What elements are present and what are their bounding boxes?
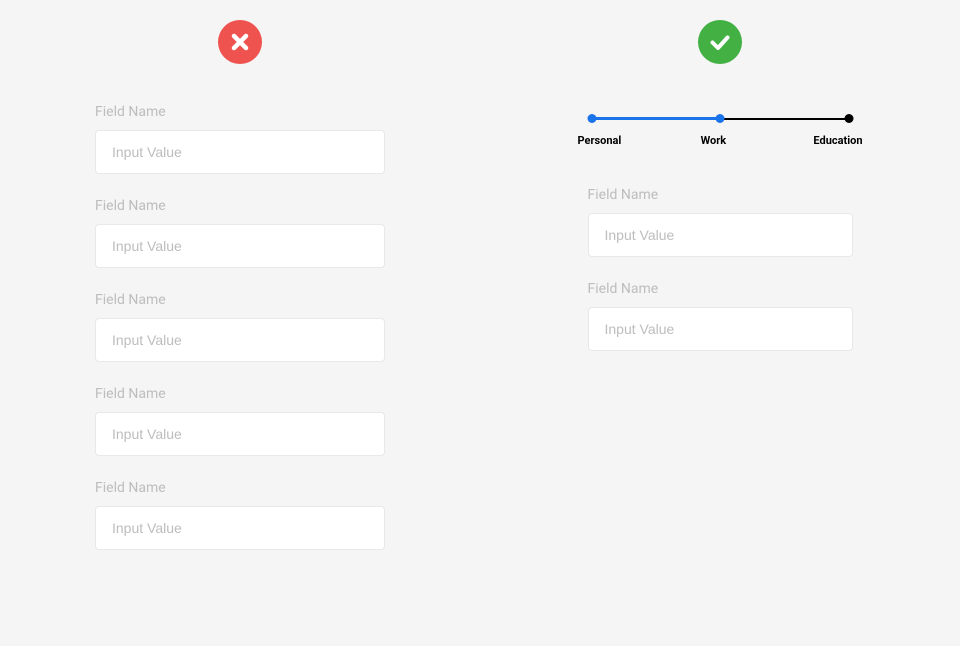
stepper-labels: Personal Work Education: [588, 134, 853, 147]
bad-example-column: Field Name Field Name Field Name Field N…: [0, 20, 480, 646]
good-form: Field Name Field Name: [588, 187, 853, 375]
field-label: Field Name: [95, 292, 385, 308]
field-group: Field Name: [588, 187, 853, 257]
field-label: Field Name: [95, 104, 385, 120]
cross-icon: [218, 20, 262, 64]
field-group: Field Name: [588, 281, 853, 351]
stepper-progress: [592, 117, 721, 120]
stepper-dot-work[interactable]: [716, 114, 725, 123]
field-label: Field Name: [588, 187, 853, 203]
progress-stepper: Personal Work Education: [588, 114, 853, 147]
comparison-container: Field Name Field Name Field Name Field N…: [0, 0, 960, 646]
stepper-line: [592, 114, 849, 124]
stepper-dot-personal[interactable]: [587, 114, 596, 123]
good-example-column: Personal Work Education Field Name Field…: [480, 20, 960, 646]
field-input[interactable]: [95, 412, 385, 456]
field-label: Field Name: [95, 386, 385, 402]
stepper-label-personal: Personal: [578, 134, 622, 147]
field-input[interactable]: [95, 506, 385, 550]
stepper-dot-education[interactable]: [844, 114, 853, 123]
bad-form: Field Name Field Name Field Name Field N…: [95, 104, 385, 574]
stepper-label-work: Work: [701, 134, 727, 147]
field-group: Field Name: [95, 104, 385, 174]
field-input[interactable]: [95, 130, 385, 174]
field-input[interactable]: [588, 213, 853, 257]
field-group: Field Name: [95, 198, 385, 268]
field-input[interactable]: [95, 318, 385, 362]
field-label: Field Name: [588, 281, 853, 297]
field-input[interactable]: [95, 224, 385, 268]
field-group: Field Name: [95, 386, 385, 456]
field-label: Field Name: [95, 198, 385, 214]
check-icon: [698, 20, 742, 64]
stepper-label-education: Education: [813, 134, 862, 147]
field-group: Field Name: [95, 480, 385, 550]
field-group: Field Name: [95, 292, 385, 362]
field-input[interactable]: [588, 307, 853, 351]
field-label: Field Name: [95, 480, 385, 496]
